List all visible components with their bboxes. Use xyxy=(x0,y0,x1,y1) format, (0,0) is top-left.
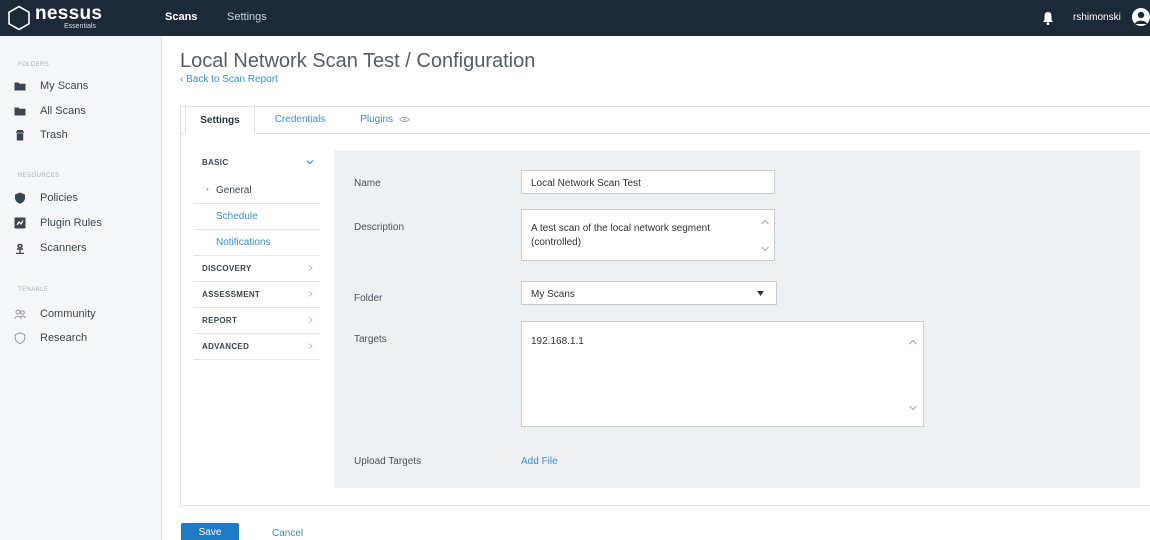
sidebar-item-label: Community xyxy=(40,308,96,320)
sidebar-item-policies[interactable]: Policies xyxy=(14,190,154,208)
sidebar-item-all-scans[interactable]: All Scans xyxy=(14,103,154,121)
save-button[interactable]: Save xyxy=(181,523,239,540)
nav-scans[interactable]: Scans xyxy=(165,11,197,23)
section-discovery-label: DISCOVERY xyxy=(202,264,252,273)
description-line-1: A test scan of the local network segment xyxy=(531,223,710,234)
shield-icon xyxy=(15,192,25,204)
tab-settings-label: Settings xyxy=(200,115,240,126)
sidebar-item-label: Policies xyxy=(40,192,78,204)
name-input-value: Local Network Scan Test xyxy=(531,178,641,189)
description-label: Description xyxy=(354,222,405,233)
section-schedule-label: Schedule xyxy=(216,211,258,222)
tab-settings[interactable]: Settings xyxy=(185,106,255,134)
tab-plugins-label: Plugins xyxy=(360,114,394,125)
section-advanced-label: ADVANCED xyxy=(202,342,250,351)
cancel-button[interactable]: Cancel xyxy=(272,528,303,539)
textarea-scroll-arrows-icon[interactable] xyxy=(760,216,770,256)
sidebar-item-label: Plugin Rules xyxy=(40,217,102,229)
name-input[interactable]: Local Network Scan Test xyxy=(521,170,775,194)
sidebar-item-plugin-rules[interactable]: Plugin Rules xyxy=(14,215,154,233)
tab-credentials-label: Credentials xyxy=(274,114,326,125)
folder-label: Folder xyxy=(354,293,383,304)
bullet-icon: • xyxy=(206,185,209,194)
scanner-icon xyxy=(16,243,24,254)
sidebar-item-trash[interactable]: Trash xyxy=(14,127,154,145)
nessus-logo[interactable]: nessus Essentials xyxy=(6,4,148,32)
description-line-2: (controlled) xyxy=(531,237,582,248)
section-assessment[interactable]: ASSESSMENT xyxy=(194,282,320,308)
folder-select[interactable]: My Scans xyxy=(521,281,777,305)
chevron-right-icon xyxy=(308,265,313,271)
tab-plugins[interactable]: Plugins xyxy=(345,106,425,134)
top-nav-bar: nessus Essentials Scans Settings rshimon… xyxy=(0,0,1150,36)
sidebar-item-scanners[interactable]: Scanners xyxy=(14,240,154,258)
sidebar-item-label: Trash xyxy=(40,129,68,141)
logo-subtitle: Essentials xyxy=(64,23,96,30)
chevron-down-icon xyxy=(306,160,314,165)
sidebar-item-label: My Scans xyxy=(40,80,89,92)
bell-icon[interactable] xyxy=(1040,10,1056,26)
chevron-right-icon xyxy=(308,317,313,323)
section-general-label: General xyxy=(216,185,252,196)
section-advanced[interactable]: ADVANCED xyxy=(194,334,320,360)
section-notifications[interactable]: Notifications xyxy=(194,230,320,256)
add-file-link[interactable]: Add File xyxy=(521,456,558,467)
username[interactable]: rshimonski xyxy=(1073,12,1121,23)
logo-name: nessus xyxy=(35,3,103,24)
section-basic-label: BASIC xyxy=(202,158,229,167)
eye-icon xyxy=(399,116,410,122)
targets-value: 192.168.1.1 xyxy=(531,336,584,347)
section-discovery[interactable]: DISCOVERY xyxy=(194,256,320,282)
section-assessment-label: ASSESSMENT xyxy=(202,290,261,299)
section-schedule[interactable]: Schedule xyxy=(194,204,320,230)
back-to-scan-report-link[interactable]: ‹ Back to Scan Report xyxy=(180,74,278,85)
nav-settings[interactable]: Settings xyxy=(227,11,267,23)
trash-icon xyxy=(16,130,24,141)
upload-targets-label: Upload Targets xyxy=(354,456,422,467)
section-report[interactable]: REPORT xyxy=(194,308,320,334)
description-textarea[interactable]: A test scan of the local network segment… xyxy=(521,209,775,261)
basic-general-form xyxy=(334,150,1140,488)
user-avatar-icon[interactable] xyxy=(1132,8,1150,26)
research-shield-icon xyxy=(14,332,26,344)
chevron-right-icon xyxy=(308,343,313,349)
page-title: Local Network Scan Test / Configuration xyxy=(180,50,536,72)
textarea-scroll-arrows-icon[interactable] xyxy=(908,336,918,416)
section-notifications-label: Notifications xyxy=(216,237,271,248)
sidebar-item-research[interactable]: Research xyxy=(14,330,154,348)
tab-credentials[interactable]: Credentials xyxy=(260,106,340,134)
folder-icon xyxy=(14,107,26,116)
section-general[interactable]: • General xyxy=(194,178,320,204)
folder-select-value: My Scans xyxy=(531,289,575,300)
folder-icon xyxy=(14,82,26,91)
dropdown-caret-icon xyxy=(757,291,764,296)
chevron-right-icon xyxy=(308,291,313,297)
community-icon xyxy=(14,309,26,320)
sidebar-item-label: All Scans xyxy=(40,105,86,117)
sidebar-item-my-scans[interactable]: My Scans xyxy=(14,78,154,96)
section-basic[interactable]: BASIC xyxy=(194,150,320,176)
sidebar-heading-folders: FOLDERS xyxy=(18,62,50,68)
sidebar-heading-resources: RESOURCES xyxy=(18,173,60,179)
sidebar-item-label: Research xyxy=(40,332,88,344)
plugin-rules-icon xyxy=(14,217,26,229)
targets-textarea[interactable]: 192.168.1.1 xyxy=(521,321,924,427)
targets-label: Targets xyxy=(354,334,387,345)
hexagon-logo-icon xyxy=(8,5,30,31)
sidebar-heading-tenable: TENABLE xyxy=(18,287,49,293)
name-label: Name xyxy=(354,178,381,189)
sidebar-item-label: Scanners xyxy=(40,242,87,254)
section-report-label: REPORT xyxy=(202,316,238,325)
sidebar-item-community[interactable]: Community xyxy=(14,306,154,324)
